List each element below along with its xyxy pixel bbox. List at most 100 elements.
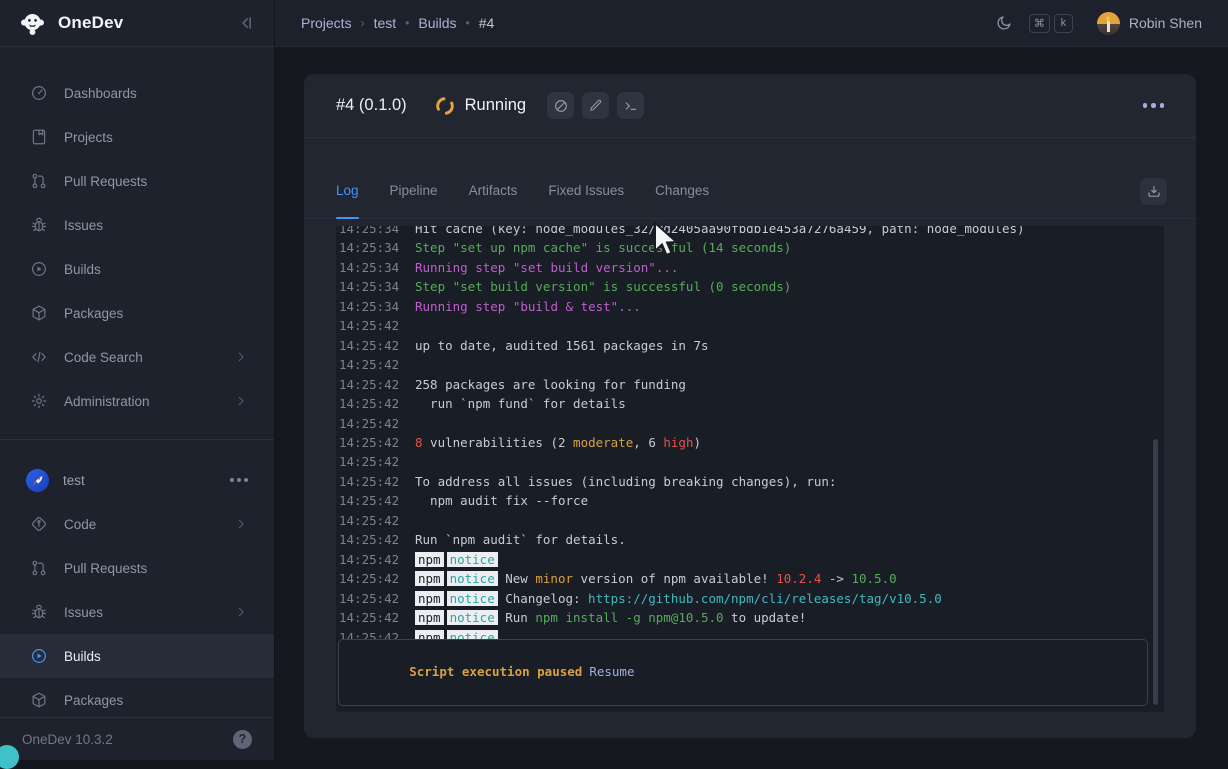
- gauge-icon: [29, 84, 48, 103]
- sidebar-item-label: Builds: [64, 262, 101, 277]
- breadcrumb-separator: •: [405, 16, 409, 30]
- sidebar-project-row[interactable]: test: [0, 458, 274, 502]
- sidebar-item-pull-requests[interactable]: Pull Requests: [0, 546, 274, 590]
- main-content: #4 (0.1.0) Running Log Pipeline Artifacts F…: [275, 47, 1228, 760]
- log-line: 14:25:34Step "set up npm cache" is succe…: [339, 238, 1161, 257]
- log-line: 14:25:42npmnotice: [339, 550, 1161, 569]
- sidebar-collapse-icon[interactable]: [236, 13, 256, 33]
- pull-request-icon: [29, 172, 48, 191]
- log-text: run `npm fund` for details: [415, 396, 626, 411]
- sidebar-item-projects[interactable]: Projects: [0, 115, 274, 159]
- log-scrollbar-thumb[interactable]: [1153, 439, 1158, 705]
- sidebar-item-issues[interactable]: Issues: [0, 203, 274, 247]
- log-line: 14:25:34Running step "build & test"...: [339, 297, 1161, 316]
- sidebar-divider: [0, 439, 274, 440]
- log-line: 14:25:42Run `npm audit` for details.: [339, 530, 1161, 549]
- log-timestamp: 14:25:42: [339, 316, 401, 335]
- log-text: ->: [821, 571, 851, 586]
- paused-notice: Script execution pausedResume: [338, 639, 1148, 706]
- gear-icon: [29, 392, 48, 411]
- sidebar-item-label: Packages: [64, 693, 123, 708]
- log-line: 14:25:42npmnotice Changelog: https://git…: [339, 589, 1161, 608]
- log-lines: 14:25:34 Hit cache (key: node_modules_32/…: [339, 226, 1161, 647]
- sidebar-item-builds[interactable]: Builds: [0, 247, 274, 291]
- log-line: 14:25:34 Hit cache (key: node_modules_32/…: [339, 226, 1161, 238]
- pencil-icon: [588, 98, 603, 113]
- breadcrumb-projects[interactable]: Projects: [301, 15, 352, 31]
- breadcrumb--4: #4: [479, 15, 495, 31]
- log-text: Run `npm audit` for details.: [415, 532, 626, 547]
- log-timestamp: 14:25:42: [339, 375, 401, 394]
- sidebar-item-packages[interactable]: Packages: [0, 678, 274, 722]
- build-title: #4 (0.1.0): [336, 96, 407, 115]
- help-icon[interactable]: ?: [233, 730, 252, 749]
- resume-link[interactable]: Resume: [589, 664, 634, 679]
- log-text: Hit cache (key: node_modules_32/9d2405aa…: [415, 226, 1025, 236]
- log-text: moderate: [573, 435, 633, 450]
- log-timestamp: 14:25:34: [339, 226, 401, 238]
- log-text: up to date, audited 1561 packages in 7s: [415, 338, 709, 353]
- log-timestamp: 14:25:34: [339, 238, 401, 257]
- log-text: 10.5.0: [851, 571, 896, 586]
- sidebar-item-packages[interactable]: Packages: [0, 291, 274, 335]
- sidebar-item-dashboards[interactable]: Dashboards: [0, 71, 274, 115]
- log-timestamp: 14:25:42: [339, 511, 401, 530]
- log-line: 14:25:34Step "set build version" is succ…: [339, 277, 1161, 296]
- sidebar-footer: OneDev 10.3.2 ?: [0, 717, 274, 760]
- log-timestamp: 14:25:42: [339, 569, 401, 588]
- ban-icon: [553, 98, 569, 114]
- tab-fixed-issues[interactable]: Fixed Issues: [548, 183, 624, 218]
- breadcrumb-test[interactable]: test: [374, 15, 397, 31]
- package-icon: [29, 304, 48, 323]
- sidebar-item-label: Administration: [64, 394, 150, 409]
- build-status: Running: [465, 96, 526, 115]
- sidebar-item-administration[interactable]: Administration: [0, 379, 274, 423]
- sidebar-item-code-search[interactable]: Code Search: [0, 335, 274, 379]
- user-menu[interactable]: Robin Shen: [1097, 12, 1202, 35]
- log-line: 14:25:42To address all issues (including…: [339, 472, 1161, 491]
- chat-widget-blob[interactable]: [0, 745, 19, 769]
- notice-badge: notice: [447, 571, 498, 586]
- log-timestamp: 14:25:42: [339, 414, 401, 433]
- project-more-icon[interactable]: [230, 478, 248, 482]
- book-icon: [29, 128, 48, 147]
- sidebar-item-label: Code: [64, 517, 96, 532]
- topbar-right: ⌘ k Robin Shen: [995, 12, 1202, 35]
- log-timestamp: 14:25:42: [339, 355, 401, 374]
- build-header: #4 (0.1.0) Running: [304, 74, 1196, 138]
- log-text: , 6: [633, 435, 663, 450]
- download-log-button[interactable]: [1140, 178, 1167, 205]
- log-text: version of npm available!: [573, 571, 776, 586]
- breadcrumb-builds[interactable]: Builds: [418, 15, 456, 31]
- sidebar-item-label: Issues: [64, 605, 103, 620]
- build-log-terminal[interactable]: 14:25:34 Hit cache (key: node_modules_32/…: [336, 226, 1164, 712]
- log-line: 14:25:42 run `npm fund` for details: [339, 394, 1161, 413]
- package-icon: [29, 691, 48, 710]
- sidebar-item-label: Builds: [64, 649, 101, 664]
- sidebar-item-code[interactable]: Code: [0, 502, 274, 546]
- log-text: npm audit fix --force: [415, 493, 588, 508]
- notice-badge: notice: [447, 591, 498, 606]
- tab-artifacts[interactable]: Artifacts: [469, 183, 518, 218]
- tab-pipeline[interactable]: Pipeline: [390, 183, 438, 218]
- log-line: 14:25:42: [339, 452, 1161, 471]
- sidebar-item-issues[interactable]: Issues: [0, 590, 274, 634]
- log-line: 14:25:42: [339, 414, 1161, 433]
- build-more-icon[interactable]: [1143, 103, 1165, 108]
- edit-build-button[interactable]: [582, 92, 609, 119]
- cancel-build-button[interactable]: [547, 92, 574, 119]
- log-timestamp: 14:25:42: [339, 491, 401, 510]
- log-timestamp: 14:25:42: [339, 433, 401, 452]
- sidebar-item-pull-requests[interactable]: Pull Requests: [0, 159, 274, 203]
- tab-changes[interactable]: Changes: [655, 183, 709, 218]
- log-timestamp: 14:25:42: [339, 550, 401, 569]
- dark-mode-toggle-icon[interactable]: [995, 14, 1013, 32]
- tab-log[interactable]: Log: [336, 183, 359, 218]
- log-line: 14:25:42up to date, audited 1561 package…: [339, 336, 1161, 355]
- terminal-icon: [623, 98, 639, 114]
- log-text: ): [693, 435, 701, 450]
- log-text: Running step "set build version"...: [415, 260, 678, 275]
- log-text: Changelog:: [498, 591, 588, 606]
- web-terminal-button[interactable]: [617, 92, 644, 119]
- sidebar-item-builds[interactable]: Builds: [0, 634, 274, 678]
